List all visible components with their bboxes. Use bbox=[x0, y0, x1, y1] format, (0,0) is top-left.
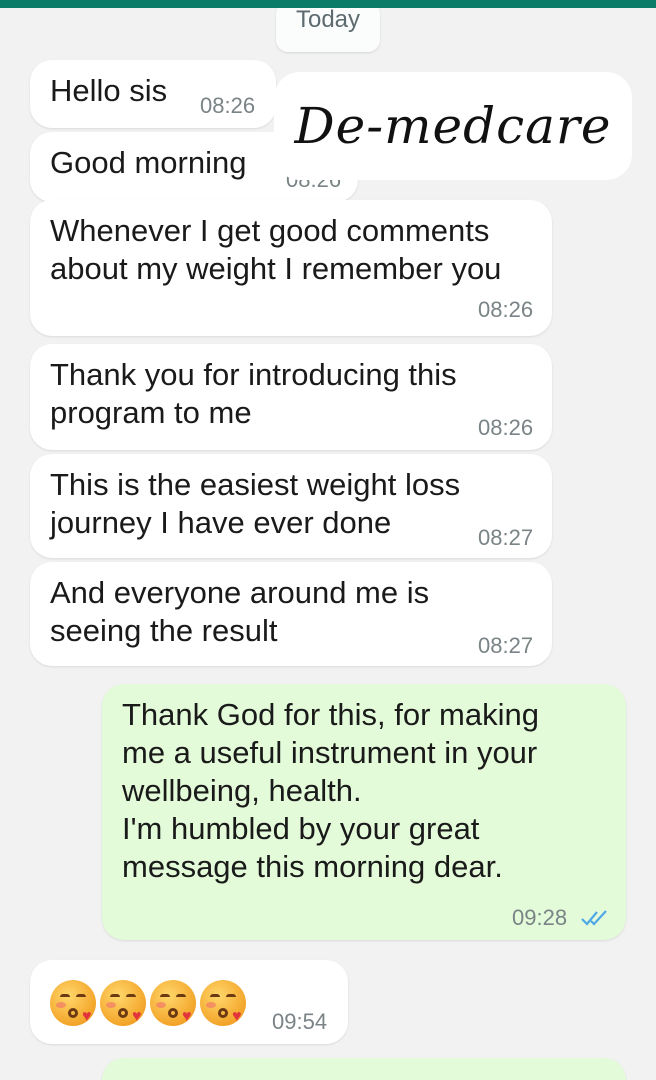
message-time: 08:26 bbox=[478, 415, 534, 440]
day-separator: Today bbox=[276, 8, 380, 52]
message-bubble-incoming[interactable]: And everyone around me is seeing the res… bbox=[30, 562, 552, 666]
message-bubble-incoming[interactable]: ♥ ♥ ♥ ♥ 09:54 bbox=[30, 960, 348, 1044]
kissing-face-with-heart-icon: ♥ bbox=[150, 980, 196, 1026]
message-bubble-incoming[interactable]: Thank you for introducing this program t… bbox=[30, 344, 552, 450]
message-time: 08:26 bbox=[478, 297, 534, 322]
message-time: 08:26 bbox=[200, 93, 256, 118]
message-bubble-incoming[interactable]: This is the easiest weight loss journey … bbox=[30, 454, 552, 558]
message-time: 08:27 bbox=[478, 525, 534, 550]
status-bar-accent bbox=[0, 0, 656, 8]
message-text: Good morning bbox=[50, 145, 247, 180]
kissing-face-with-heart-icon: ♥ bbox=[200, 980, 246, 1026]
kissing-face-with-heart-icon: ♥ bbox=[50, 980, 96, 1026]
message-text: This is the easiest weight loss journey … bbox=[50, 467, 461, 540]
message-text: Hello sis bbox=[50, 73, 168, 108]
watermark-logo: De-medcare bbox=[274, 72, 632, 180]
kissing-face-with-heart-icon: ♥ bbox=[100, 980, 146, 1026]
message-bubble-incoming[interactable]: Whenever I get good comments about my we… bbox=[30, 200, 552, 336]
message-text: And everyone around me is seeing the res… bbox=[50, 575, 430, 648]
emoji-row: ♥ ♥ ♥ ♥ bbox=[50, 980, 246, 1026]
chat-area[interactable]: Today Hello sis 08:26 Good morning 08:26… bbox=[0, 8, 656, 1080]
message-bubble-outgoing[interactable] bbox=[102, 1058, 626, 1080]
message-time: 08:27 bbox=[478, 633, 534, 658]
message-text: Thank you for introducing this program t… bbox=[50, 357, 457, 430]
double-check-read-icon bbox=[581, 910, 607, 926]
message-time: 09:28 bbox=[512, 905, 568, 930]
day-separator-label: Today bbox=[295, 8, 361, 33]
message-bubble-outgoing[interactable]: Thank God for this, for making me a usef… bbox=[102, 684, 626, 940]
message-text: Thank God for this, for making me a usef… bbox=[122, 697, 539, 884]
message-time: 09:54 bbox=[272, 1009, 328, 1034]
message-bubble-incoming[interactable]: Hello sis 08:26 bbox=[30, 60, 276, 128]
watermark-text: De-medcare bbox=[294, 97, 612, 155]
message-text: Whenever I get good comments about my we… bbox=[50, 213, 502, 286]
